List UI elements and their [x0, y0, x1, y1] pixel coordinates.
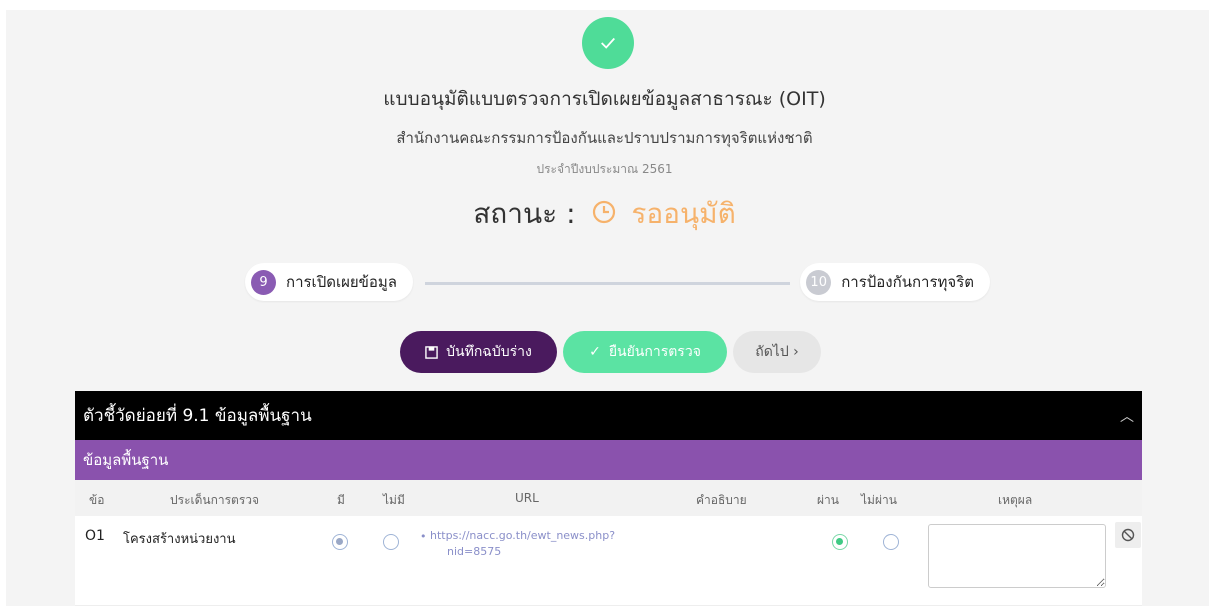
not-has-radio[interactable] [383, 534, 399, 550]
item-issue: โครงสร้างหน่วยงาน [123, 532, 236, 547]
save-draft-label: บันทึกฉบับร่าง [446, 344, 532, 360]
col-reason: เหตุผล [998, 493, 1033, 507]
next-button[interactable]: ถัดไป › [733, 331, 821, 373]
save-icon [425, 345, 438, 359]
save-draft-button[interactable]: บันทึกฉบับร่าง [400, 331, 557, 373]
col-url: URL [515, 491, 539, 505]
has-radio[interactable] [332, 534, 348, 550]
page-title: แบบอนุมัติแบบตรวจการเปิดเผยข้อมูลสาธารณะ… [383, 88, 826, 110]
check-icon: ✓ [589, 344, 601, 360]
panel-title: ตัวชี้วัดย่อยที่ 9.1 ข้อมูลพื้นฐาน [83, 406, 312, 426]
col-pass: ผ่าน [817, 493, 839, 507]
confirm-review-button[interactable]: ✓ ยืนยันการตรวจ [563, 331, 727, 373]
url-link-cont[interactable]: nid=8575 [447, 544, 501, 560]
clear-button[interactable] [1115, 522, 1141, 548]
organization-name: สำนักงานคณะกรรมการป้องกันและปราบปรามการท… [396, 129, 813, 147]
step-number: 9 [251, 269, 276, 295]
success-check-icon [582, 17, 634, 69]
stepper: 9 การเปิดเผยข้อมูล 10 การป้องกันการทุจริ… [245, 263, 990, 301]
stepper-line [425, 282, 790, 285]
col-not-has: ไม่มี [383, 493, 405, 507]
col-issue: ประเด็นการตรวจ [170, 493, 260, 507]
step-prevention[interactable]: 10 การป้องกันการทุจริต [800, 263, 990, 301]
pass-radio[interactable] [832, 534, 848, 550]
chevron-up-icon[interactable]: ︿ [1112, 406, 1142, 426]
step-number: 10 [806, 269, 832, 295]
table-header: ข้อ ประเด็นการตรวจ มี ไม่มี URL คำอธิบาย… [75, 480, 1142, 516]
confirm-review-label: ยืนยันการตรวจ [608, 344, 701, 360]
fail-radio[interactable] [883, 534, 899, 550]
step-label: การเปิดเผยข้อมูล [286, 273, 397, 291]
panel-header[interactable]: ตัวชี้วัดย่อยที่ 9.1 ข้อมูลพื้นฐาน ︿ [75, 391, 1142, 440]
status-label: สถานะ : [473, 197, 576, 230]
col-has: มี [337, 493, 345, 507]
url-bullet: • [420, 530, 427, 543]
step-disclosure[interactable]: 9 การเปิดเผยข้อมูล [245, 263, 413, 301]
action-bar: บันทึกฉบับร่าง ✓ ยืนยันการตรวจ ถัดไป › [400, 331, 821, 373]
url-link[interactable]: https://nacc.go.th/ewt_news.php? [430, 528, 615, 544]
col-no: ข้อ [89, 493, 105, 507]
ban-icon [1121, 528, 1135, 542]
item-number: O1 [85, 528, 105, 544]
status-line: สถานะ : รออนุมัติ [0, 192, 1209, 236]
col-description: คำอธิบาย [696, 493, 747, 507]
clock-icon [593, 200, 616, 224]
indicator-panel: ตัวชี้วัดย่อยที่ 9.1 ข้อมูลพื้นฐาน ︿ ข้อ… [75, 391, 1142, 606]
reason-input[interactable] [928, 524, 1106, 588]
col-fail: ไม่ผ่าน [861, 493, 897, 507]
table-row: O1 โครงสร้างหน่วยงาน • https://nacc.go.t… [75, 516, 1142, 606]
fiscal-year: ประจำปีงบประมาณ 2561 [536, 162, 673, 176]
step-label: การป้องกันการทุจริต [841, 273, 974, 291]
status-value: รออนุมัติ [631, 197, 736, 230]
section-title: ข้อมูลพื้นฐาน [75, 440, 1142, 480]
